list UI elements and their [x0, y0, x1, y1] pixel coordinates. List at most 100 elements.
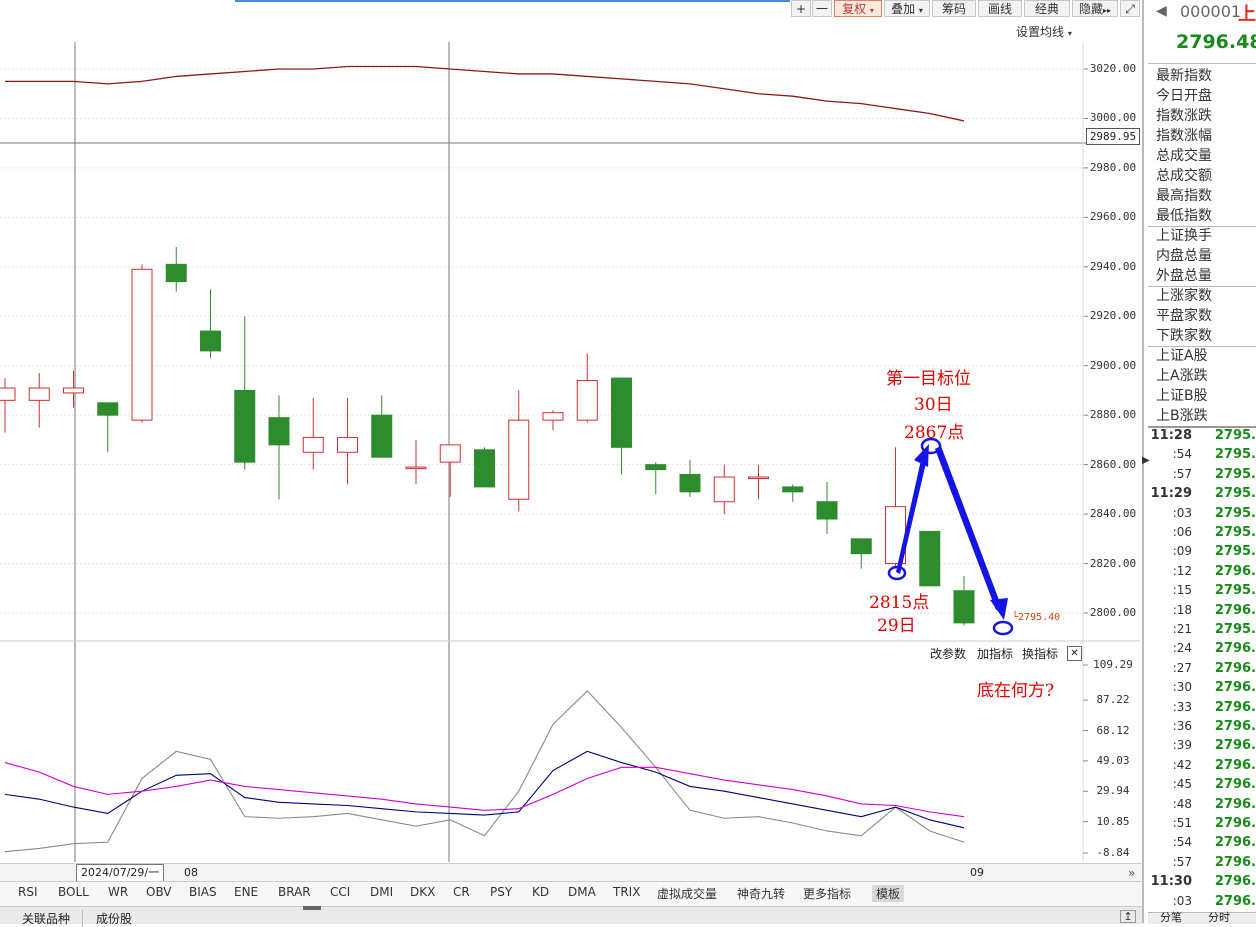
candle-body	[63, 387, 84, 394]
price-tick-label: 2820.00	[1089, 556, 1137, 570]
x-axis-month-09: 09	[970, 866, 984, 879]
tick-price: 2796.	[1214, 738, 1256, 754]
indicator-tick-label: 87.22	[1096, 693, 1130, 707]
annotation-low-price: 2815点	[869, 593, 930, 613]
add-indicator-button[interactable]: 加指标	[977, 645, 1013, 662]
candle	[131, 264, 153, 423]
candle	[302, 397, 324, 470]
candle-body	[0, 387, 16, 401]
indicator-tick-label: 29.94	[1096, 784, 1130, 798]
annotation-target-price: 2867点	[904, 423, 965, 443]
indicator-tab[interactable]: ENE	[234, 885, 258, 899]
indicator-tab[interactable]: DKX	[410, 885, 435, 899]
tick-price: 2796.	[1214, 796, 1256, 812]
bottom-tab-components[interactable]: 成份股	[96, 910, 132, 927]
price-tick-label: 3020.00	[1089, 62, 1137, 75]
indicator-tab[interactable]: CR	[453, 885, 470, 899]
panel-resize-handle[interactable]	[303, 906, 321, 910]
candle	[611, 377, 632, 475]
candle-body	[234, 389, 256, 463]
candle-body	[200, 330, 221, 352]
tick-price: 2795.	[1214, 466, 1256, 482]
indicator-tab[interactable]: BIAS	[189, 885, 217, 899]
candle	[337, 397, 358, 485]
bottom-panel-bar	[0, 906, 1145, 924]
tick-time: :57	[1172, 466, 1192, 481]
side-field-label: 最新指数	[1156, 68, 1212, 84]
side-field-label: 总成交量	[1156, 148, 1212, 164]
candle-body	[679, 474, 701, 493]
tick-time: :06	[1172, 525, 1192, 539]
candle-body	[337, 436, 358, 453]
price-tick-label: 3000.00	[1089, 111, 1137, 125]
tick-time: :54	[1172, 447, 1192, 462]
candle-body	[850, 538, 872, 555]
indicator-tab[interactable]: BOLL	[58, 885, 89, 899]
indicator-tab[interactable]: RSI	[18, 885, 38, 899]
candle-body	[816, 501, 838, 520]
tick-price: 2796.	[1214, 816, 1256, 831]
bottom-tab-related[interactable]: 关联品种	[14, 910, 84, 927]
tick-time: :54	[1172, 835, 1192, 850]
side-field-label: 上证换手	[1156, 228, 1212, 244]
candle-body	[782, 486, 804, 493]
side-field-label: 上证B股	[1156, 388, 1208, 404]
ma-line	[5, 65, 965, 122]
candle-body	[542, 412, 564, 421]
modify-params-button[interactable]: 改参数	[930, 645, 966, 662]
indicator-tab[interactable]: 模板	[872, 885, 905, 902]
indicator-tab[interactable]: BRAR	[278, 885, 311, 899]
indicator-tab[interactable]: KD	[532, 885, 549, 899]
indicator-layer	[4, 664, 1088, 854]
side-tab-fenshi[interactable]: 分时	[1208, 912, 1230, 923]
current-price: 2796.48	[1176, 31, 1256, 53]
indicator-tab[interactable]: DMA	[568, 885, 596, 899]
price-tick-label: 2920.00	[1089, 309, 1137, 323]
indicator-tab[interactable]: 虚拟成交量	[657, 885, 717, 902]
indicator-tab[interactable]: WR	[108, 885, 128, 899]
indicator-tab[interactable]: TRIX	[613, 885, 640, 899]
candle-body	[576, 380, 598, 421]
tick-price: 2795.	[1214, 447, 1256, 463]
candle-body	[405, 466, 427, 470]
indicator-tab[interactable]: 神奇九转	[737, 885, 785, 902]
indicator-tab[interactable]: CCI	[330, 885, 350, 899]
indicator-tick-label: 49.03	[1096, 753, 1130, 767]
side-field-label: 上A涨跌	[1156, 368, 1208, 384]
tick-time: :03	[1172, 893, 1192, 908]
tabs-scroll-right-icon[interactable]: »	[1128, 866, 1135, 880]
candle	[200, 289, 221, 359]
candle	[576, 353, 598, 423]
indicator-tab[interactable]: PSY	[490, 885, 512, 899]
indicator-tab[interactable]: DMI	[370, 885, 393, 899]
tick-price: 2796.	[1214, 680, 1256, 696]
switch-indicator-button[interactable]: 换指标	[1022, 645, 1058, 662]
tick-time: :57	[1172, 854, 1192, 869]
prev-stock-icon[interactable]: ◀	[1156, 3, 1167, 19]
side-field-label: 上涨家数	[1156, 288, 1212, 304]
indicator-tab[interactable]: 更多指标	[803, 885, 851, 902]
chart-canvas[interactable]	[0, 0, 1145, 880]
close-indicator-button[interactable]: ✕	[1067, 646, 1082, 661]
candle	[28, 373, 50, 428]
tick-price: 2795.	[1214, 622, 1256, 637]
tick-time: :45	[1172, 777, 1192, 792]
tick-time: :27	[1172, 660, 1192, 675]
stock-code: 000001	[1180, 2, 1242, 21]
candle-body	[28, 387, 50, 401]
tick-price: 2796.	[1214, 699, 1256, 715]
candle	[782, 484, 804, 502]
indicator-tick-label: 109.29	[1093, 658, 1133, 671]
panel-expand-icon[interactable]: ↥	[1120, 910, 1136, 923]
candle-body	[645, 464, 667, 471]
tick-price: 2796.	[1214, 719, 1256, 734]
side-tab-fenbi[interactable]: 分笔	[1160, 912, 1182, 923]
tick-price: 2796.	[1214, 563, 1256, 579]
candle	[748, 464, 769, 500]
indicator-tab[interactable]: OBV	[146, 885, 172, 899]
annotation-low-day: 29日	[877, 616, 916, 636]
candle	[953, 575, 975, 626]
candle	[0, 378, 16, 433]
candle	[371, 395, 393, 458]
candle-body	[474, 449, 495, 488]
